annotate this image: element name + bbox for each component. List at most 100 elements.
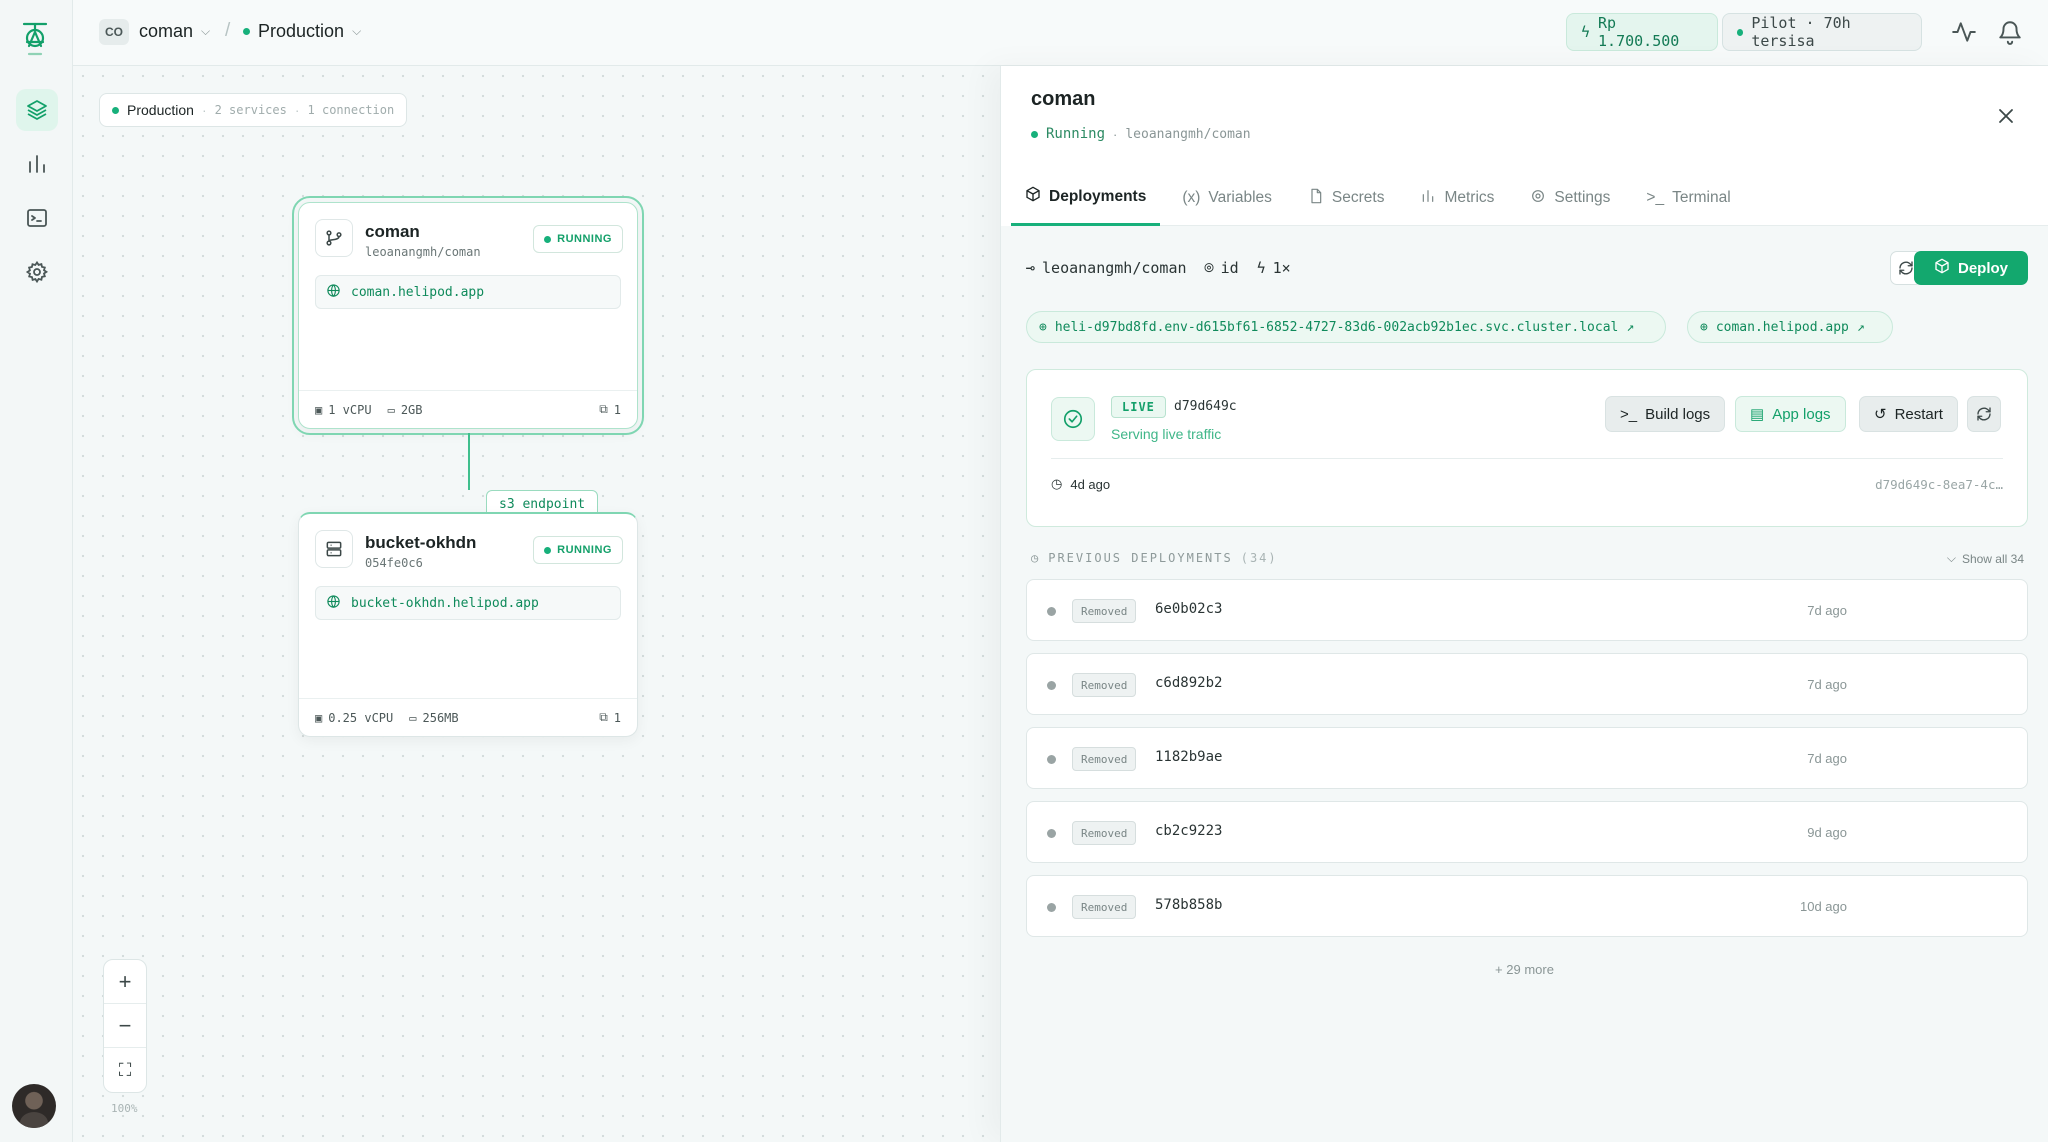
copy-icon: ⧉ <box>599 402 608 416</box>
user-avatar[interactable] <box>12 1084 56 1128</box>
tab-settings[interactable]: Settings <box>1516 170 1624 226</box>
activity-pulse-icon[interactable] <box>1951 19 1977 45</box>
env-chip-services: 2 services <box>214 103 287 117</box>
panel-status: Running <box>1046 126 1106 142</box>
public-url-chip[interactable]: ⊕ coman.helipod.app ↗ <box>1687 311 1893 343</box>
tab-terminal[interactable]: >_ Terminal <box>1632 170 1744 226</box>
deployment-hash: c6d892b2 <box>1155 675 1223 691</box>
terminal-icon: >_ <box>1620 405 1638 423</box>
deployment-hash: 1182b9ae <box>1155 749 1223 765</box>
lightning-icon: ϟ <box>1256 259 1266 277</box>
service-card-bucket-okhdn[interactable]: bucket-okhdn 054fe0c6 RUNNING bucket-okh… <box>298 512 638 737</box>
bar-chart-icon <box>1420 188 1436 209</box>
fit-view-button[interactable]: ⛶ <box>104 1048 146 1092</box>
env-chip-connections: 1 connection <box>307 103 395 117</box>
lightning-icon: ϟ <box>1581 23 1591 41</box>
memory-spec: ▭ 256MB <box>409 710 459 725</box>
clock-icon: ◷ <box>1051 476 1063 491</box>
deployment-row[interactable]: Removed cb2c9223 9d ago <box>1026 801 2028 863</box>
cpu-spec: ▣ 0.25 vCPU <box>315 710 394 725</box>
removed-badge: Removed <box>1072 599 1137 623</box>
nav-services-layers-icon[interactable] <box>16 89 58 131</box>
deployment-row[interactable]: Removed 578b858b 10d ago <box>1026 875 2028 937</box>
workspace-badge[interactable]: CO <box>99 19 129 45</box>
environment-name: Production <box>258 21 345 41</box>
replica-count: ⧉ 1 <box>599 402 621 417</box>
internal-url-chip[interactable]: ⊕ heli-d97bd8fd.env-d615bf61-6852-4727-8… <box>1026 311 1666 343</box>
restart-button[interactable]: ↺ Restart <box>1859 396 1958 432</box>
nav-terminal-icon[interactable] <box>16 197 58 239</box>
removed-badge: Removed <box>1072 673 1137 697</box>
close-icon[interactable] <box>1994 104 2018 128</box>
live-deployment-card: LIVE d79d649c Serving live traffic >_ Bu… <box>1026 369 2028 527</box>
plan-badge[interactable]: Pilot · 70h tersisa <box>1722 13 1922 51</box>
nav-settings-gear-icon[interactable] <box>16 251 58 293</box>
deployment-row[interactable]: Removed c6d892b2 7d ago <box>1026 653 2028 715</box>
service-canvas[interactable]: Production · 2 services · 1 connection c… <box>73 66 1000 1142</box>
chevron-down-icon: ⌵ <box>201 24 211 38</box>
replica-count: ⧉ 1 <box>599 710 621 725</box>
memory-icon: ▭ <box>387 402 395 417</box>
project-name: coman <box>139 21 194 41</box>
live-age: ◷ 4d ago <box>1051 476 1111 492</box>
status-dot-icon <box>1031 130 1038 138</box>
git-branch-icon <box>315 219 353 257</box>
log-file-icon: ▤ <box>1750 406 1765 423</box>
deployment-age: 7d ago <box>1807 603 1847 618</box>
app-logs-button[interactable]: ▤ App logs <box>1735 396 1846 432</box>
left-rail <box>0 0 73 1142</box>
status-dot-icon <box>1047 829 1056 838</box>
nav-metrics-chart-icon[interactable] <box>16 143 58 185</box>
tab-metrics[interactable]: Metrics <box>1406 170 1508 226</box>
environment-selector[interactable]: Production ⌵ <box>243 21 361 42</box>
redeploy-refresh-button[interactable] <box>1967 396 2001 432</box>
notifications-bell-icon[interactable] <box>1997 19 2023 45</box>
deployment-row[interactable]: Removed 1182b9ae 7d ago <box>1026 727 2028 789</box>
removed-badge: Removed <box>1072 895 1137 919</box>
credit-value: Rp 1.700.500 <box>1598 14 1680 50</box>
commit-icon: ⊸ <box>1026 259 1036 277</box>
divider <box>1051 458 2003 459</box>
status-dot-icon <box>544 546 552 554</box>
panel-title: coman <box>1031 88 1096 110</box>
deploy-button[interactable]: Deploy <box>1914 251 2028 285</box>
live-deployment-id[interactable]: d79d649c-8ea7-4c… <box>1875 477 2003 492</box>
deployment-row[interactable]: Removed 6e0b02c3 7d ago <box>1026 579 2028 641</box>
status-dot-icon <box>1047 681 1056 690</box>
deployment-age: 9d ago <box>1807 825 1847 840</box>
previous-deployments-header: ◷ PREVIOUS DEPLOYMENTS (34) <box>1031 551 1278 565</box>
show-all-button[interactable]: ⌵ Show all 34 <box>1947 551 2024 566</box>
globe-icon <box>326 283 341 302</box>
service-url[interactable]: bucket-okhdn.helipod.app <box>315 586 621 620</box>
copy-icon: ⧉ <box>599 710 608 724</box>
variable-icon: (x) <box>1182 189 1201 206</box>
zoom-controls: + − ⛶ <box>103 959 147 1093</box>
tab-deployments[interactable]: Deployments <box>1011 170 1161 226</box>
deployment-age: 7d ago <box>1807 751 1847 766</box>
status-dot-icon <box>1047 755 1056 764</box>
service-card-coman[interactable]: coman leoanangmh/coman RUNNING coman.hel… <box>292 196 644 435</box>
status-badge: RUNNING <box>533 225 623 253</box>
service-url[interactable]: coman.helipod.app <box>315 275 621 309</box>
terminal-icon: >_ <box>1646 189 1665 206</box>
credit-balance[interactable]: ϟ Rp 1.700.500 <box>1566 13 1718 51</box>
tab-secrets[interactable]: Secrets <box>1294 170 1399 226</box>
chevron-down-icon: ⌵ <box>352 24 362 38</box>
check-circle-icon <box>1051 397 1095 441</box>
replicas-meta: ϟ 1× <box>1256 259 1291 277</box>
app-logo-icon[interactable] <box>18 20 52 58</box>
tab-variables[interactable]: (x) Variables <box>1168 170 1286 226</box>
plan-value: Pilot · 70h tersisa <box>1751 14 1851 50</box>
history-clock-icon: ◷ <box>1031 551 1041 565</box>
removed-badge: Removed <box>1072 747 1137 771</box>
zoom-in-button[interactable]: + <box>104 960 146 1004</box>
zoom-out-button[interactable]: − <box>104 1004 146 1048</box>
cube-icon <box>1934 258 1950 278</box>
panel-repo: leoanangmh/coman <box>1125 126 1251 142</box>
service-name: coman <box>365 222 420 241</box>
build-logs-button[interactable]: >_ Build logs <box>1605 396 1726 432</box>
file-icon <box>1308 188 1324 209</box>
project-selector[interactable]: coman ⌵ <box>139 21 210 42</box>
external-link-icon: ↗ <box>1626 319 1635 335</box>
more-deployments-link[interactable]: + 29 more <box>1001 962 2048 977</box>
